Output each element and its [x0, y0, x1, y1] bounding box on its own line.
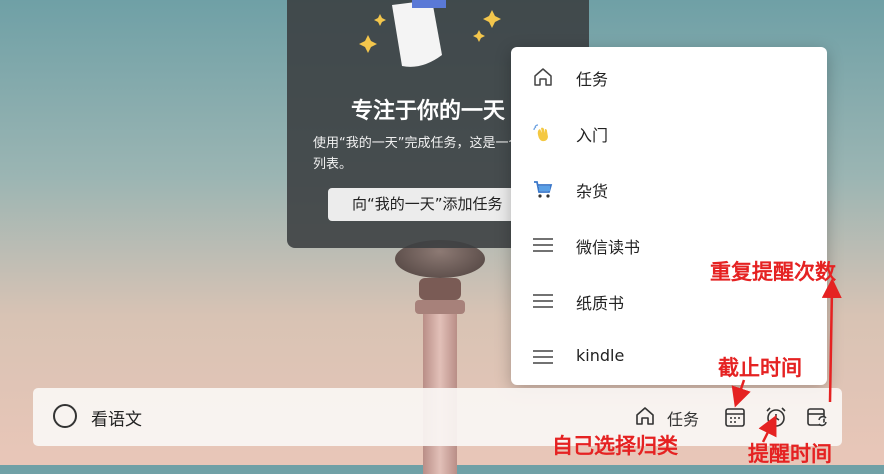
annotation-arrows — [731, 278, 842, 443]
